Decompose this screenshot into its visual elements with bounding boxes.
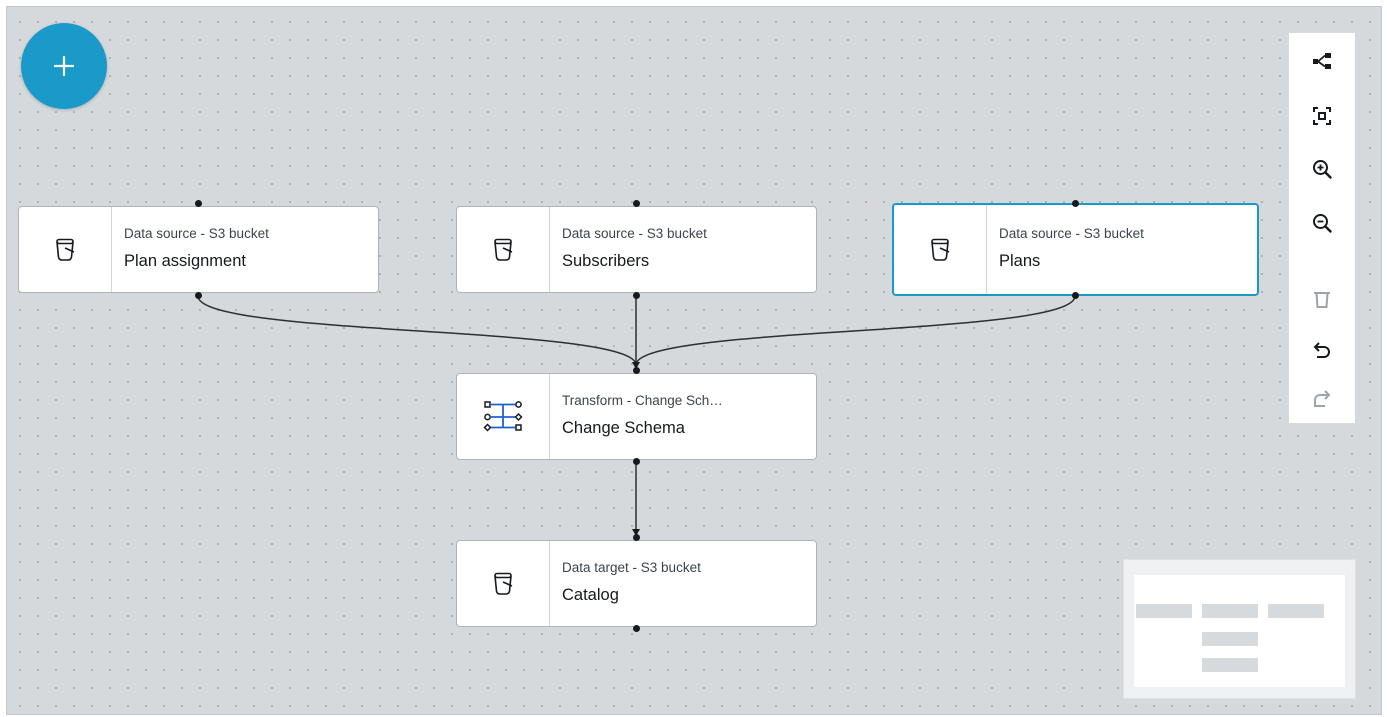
output-port[interactable] <box>1072 292 1079 299</box>
undo-icon <box>1313 342 1330 358</box>
node-name: Plan assignment <box>124 252 246 270</box>
redo-icon <box>1314 390 1331 407</box>
node-type-label: Data target - S3 bucket <box>562 560 701 575</box>
node-icon-cell <box>457 207 550 292</box>
node-name: Catalog <box>562 586 619 604</box>
node-type-label: Transform - Change Sch… <box>562 393 723 408</box>
zoom-in-icon <box>1313 160 1332 179</box>
zoom-in-button[interactable] <box>1302 149 1342 189</box>
delete-button[interactable] <box>1302 279 1342 319</box>
node-catalog[interactable]: Data target - S3 bucket Catalog <box>456 540 817 627</box>
minimap-viewport[interactable] <box>1134 575 1345 687</box>
canvas-toolbar <box>1289 33 1355 423</box>
output-port[interactable] <box>633 292 640 299</box>
input-port[interactable] <box>633 200 640 207</box>
input-port[interactable] <box>1072 200 1079 207</box>
node-type-label: Data source - S3 bucket <box>562 226 707 241</box>
fit-to-screen-button[interactable] <box>1302 96 1342 136</box>
layout-button[interactable] <box>1302 41 1342 81</box>
node-change-schema[interactable]: Transform - Change Sch… Change Schema <box>456 373 817 460</box>
undo-button[interactable] <box>1302 331 1342 371</box>
s3-bucket-icon <box>931 238 950 261</box>
node-icon-cell <box>457 541 550 626</box>
input-port[interactable] <box>195 200 202 207</box>
node-name: Plans <box>999 252 1041 270</box>
minimap-node <box>1268 604 1324 618</box>
minimap-node <box>1202 658 1258 672</box>
node-name: Subscribers <box>562 252 650 270</box>
node-type-label: Data source - S3 bucket <box>124 226 269 241</box>
minimap-node <box>1202 604 1258 618</box>
node-type-label: Data source - S3 bucket <box>999 226 1144 241</box>
output-port[interactable] <box>633 625 640 632</box>
job-canvas[interactable]: Data source - S3 bucket Plan assignment … <box>6 6 1382 715</box>
redo-button[interactable] <box>1302 379 1342 419</box>
add-node-button[interactable] <box>21 23 107 109</box>
zoom-out-button[interactable] <box>1302 203 1342 243</box>
delete-icon <box>1314 292 1330 308</box>
node-name: Change Schema <box>562 419 685 437</box>
node-text: Transform - Change Sch… Change Schema <box>550 374 816 459</box>
layout-icon <box>1313 53 1331 69</box>
input-port[interactable] <box>633 367 640 374</box>
output-port[interactable] <box>195 292 202 299</box>
node-icon-cell <box>457 374 550 459</box>
zoom-out-icon <box>1313 214 1332 233</box>
minimap-node <box>1136 604 1192 618</box>
minimap-node <box>1202 632 1258 646</box>
plus-icon <box>53 55 75 77</box>
node-icon-cell <box>19 207 112 292</box>
s3-bucket-icon <box>494 572 513 595</box>
node-plan-assignment[interactable]: Data source - S3 bucket Plan assignment <box>18 206 379 293</box>
node-text: Data source - S3 bucket Plan assignment <box>112 207 378 292</box>
s3-bucket-icon <box>56 238 75 261</box>
input-port[interactable] <box>633 534 640 541</box>
edge-plan-assignment-to-change-schema[interactable] <box>197 295 637 366</box>
output-port[interactable] <box>633 458 640 465</box>
node-plans[interactable]: Data source - S3 bucket Plans <box>892 203 1259 296</box>
node-text: Data source - S3 bucket Subscribers <box>550 207 816 292</box>
node-subscribers[interactable]: Data source - S3 bucket Subscribers <box>456 206 817 293</box>
node-text: Data target - S3 bucket Catalog <box>550 541 816 626</box>
s3-bucket-icon <box>494 238 513 261</box>
fit-to-screen-icon <box>1313 107 1331 125</box>
minimap[interactable] <box>1123 559 1356 699</box>
node-icon-cell <box>894 205 987 294</box>
change-schema-icon <box>483 400 523 432</box>
edge-plans-to-change-schema[interactable] <box>635 295 1076 366</box>
node-text: Data source - S3 bucket Plans <box>987 205 1257 294</box>
